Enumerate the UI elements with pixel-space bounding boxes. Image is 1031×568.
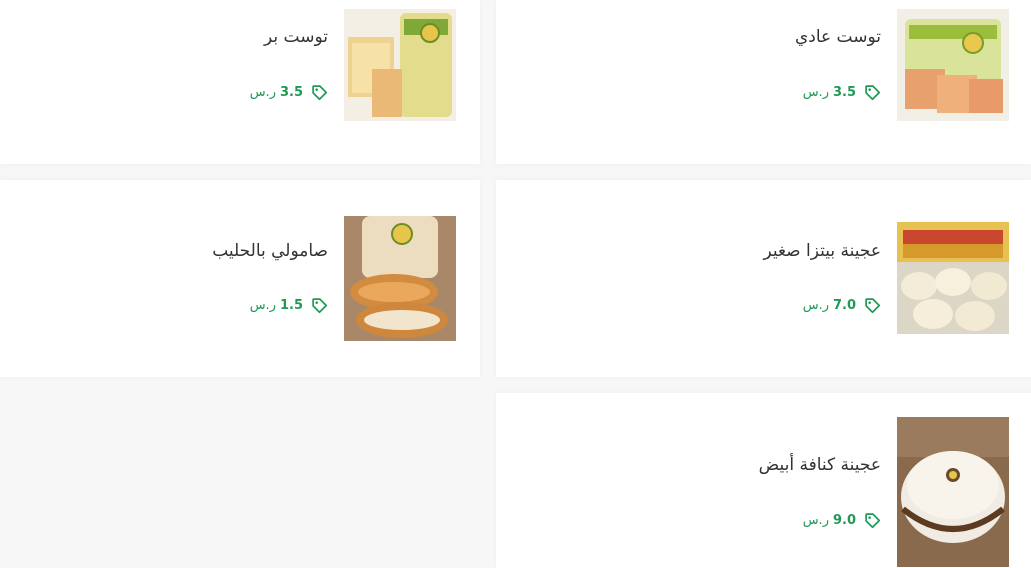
- currency-label: ر.س: [249, 298, 276, 313]
- product-card[interactable]: توست بر 3.5 ر.س: [0, 0, 480, 164]
- currency-label: ر.س: [802, 513, 829, 528]
- product-grid: توست عادي 3.5 ر.س توست بر 3.5 ر.س عجينة …: [0, 0, 1031, 568]
- price-tag-icon: [865, 513, 881, 529]
- product-name[interactable]: توست بر: [264, 27, 328, 47]
- product-card[interactable]: عجينة كنافة أبيض 9.0 ر.س: [496, 393, 1031, 568]
- product-card[interactable]: عجينة بيتزا صغير 7.0 ر.س: [496, 180, 1031, 377]
- product-image[interactable]: [897, 417, 1009, 567]
- product-image[interactable]: [897, 9, 1009, 121]
- currency-label: ر.س: [249, 85, 276, 100]
- product-price: 7.0 ر.س: [803, 297, 881, 314]
- product-price: 1.5 ر.س: [250, 297, 328, 314]
- currency-label: ر.س: [802, 85, 829, 100]
- product-card[interactable]: صامولي بالحليب 1.5 ر.س: [0, 180, 480, 377]
- product-name[interactable]: عجينة بيتزا صغير: [763, 241, 881, 261]
- price-tag-icon: [312, 298, 328, 314]
- product-price: 3.5 ر.س: [250, 84, 328, 101]
- product-name[interactable]: توست عادي: [795, 27, 881, 47]
- product-card[interactable]: توست عادي 3.5 ر.س: [496, 0, 1031, 164]
- price-tag-icon: [865, 298, 881, 314]
- product-name[interactable]: عجينة كنافة أبيض: [759, 455, 881, 475]
- price-value: 3.5: [279, 85, 303, 100]
- currency-label: ر.س: [802, 298, 829, 313]
- price-value: 7.0: [832, 298, 856, 313]
- product-image[interactable]: [344, 9, 456, 121]
- price-value: 1.5: [279, 298, 303, 313]
- price-value: 9.0: [832, 513, 856, 528]
- product-image[interactable]: [344, 216, 456, 341]
- product-name[interactable]: صامولي بالحليب: [212, 241, 328, 261]
- price-tag-icon: [865, 85, 881, 101]
- product-price: 9.0 ر.س: [803, 512, 881, 529]
- price-tag-icon: [312, 85, 328, 101]
- product-image[interactable]: [897, 222, 1009, 334]
- product-price: 3.5 ر.س: [803, 84, 881, 101]
- price-value: 3.5: [832, 85, 856, 100]
